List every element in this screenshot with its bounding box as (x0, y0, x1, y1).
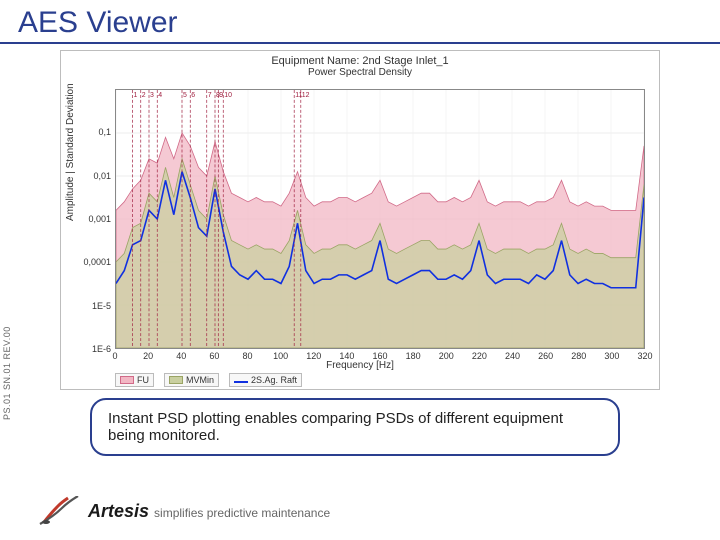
brand-logo-icon (38, 496, 80, 526)
chart-subtitle: Power Spectral Density (61, 67, 659, 78)
y-tick: 0,0001 (83, 257, 111, 267)
chart-title: Equipment Name: 2nd Stage Inlet_1 (61, 55, 659, 67)
svg-text:12: 12 (302, 92, 310, 99)
y-axis-label: Amplitude | Standard Deviation (65, 83, 76, 221)
legend-swatch-mvmin (169, 376, 183, 384)
plot-area: 123456789101112 (115, 89, 645, 349)
svg-text:1: 1 (133, 92, 137, 99)
svg-text:6: 6 (191, 92, 195, 99)
brand-name: Artesis (88, 501, 149, 521)
brand-tagline: simplifies predictive maintenance (154, 506, 330, 520)
legend-item-fu: FU (115, 373, 154, 387)
y-tick: 0,01 (93, 171, 111, 181)
callout-box: Instant PSD plotting enables comparing P… (90, 398, 620, 456)
brand-text: Artesis simplifies predictive maintenanc… (88, 501, 330, 522)
legend: FU MVMin 2S.Ag. Raft (115, 373, 302, 387)
svg-text:10: 10 (224, 92, 232, 99)
y-tick: 0,001 (88, 214, 111, 224)
plot-svg: 123456789101112 (116, 90, 644, 348)
callout-text: Instant PSD plotting enables comparing P… (108, 410, 563, 444)
y-axis-ticks: 0,10,010,0010,00011E-51E-6 (83, 89, 113, 349)
y-tick: 1E-5 (92, 301, 111, 311)
slide: AES Viewer PS.01 SN.01 REV.00 Equipment … (0, 0, 720, 540)
y-tick: 0,1 (98, 127, 111, 137)
footer-logo: Artesis simplifies predictive maintenanc… (38, 496, 330, 526)
document-code: PS.01 SN.01 REV.00 (2, 326, 12, 420)
legend-item-mvmin: MVMin (164, 373, 219, 387)
y-tick: 1E-6 (92, 344, 111, 354)
legend-label-fu: FU (137, 375, 149, 385)
legend-swatch-fu (120, 376, 134, 384)
svg-text:4: 4 (158, 92, 162, 99)
svg-text:7: 7 (208, 92, 212, 99)
legend-label-blue: 2S.Ag. Raft (251, 375, 297, 385)
svg-text:9: 9 (219, 92, 223, 99)
title-bar: AES Viewer (0, 0, 720, 44)
svg-text:5: 5 (183, 92, 187, 99)
x-axis-label: Frequency [Hz] (61, 360, 659, 371)
legend-swatch-blue (234, 381, 248, 383)
svg-text:3: 3 (150, 92, 154, 99)
page-title: AES Viewer (18, 6, 708, 40)
legend-item-blue: 2S.Ag. Raft (229, 373, 302, 387)
chart-frame: Equipment Name: 2nd Stage Inlet_1 Power … (60, 50, 660, 390)
svg-text:2: 2 (142, 92, 146, 99)
legend-label-mvmin: MVMin (186, 375, 214, 385)
